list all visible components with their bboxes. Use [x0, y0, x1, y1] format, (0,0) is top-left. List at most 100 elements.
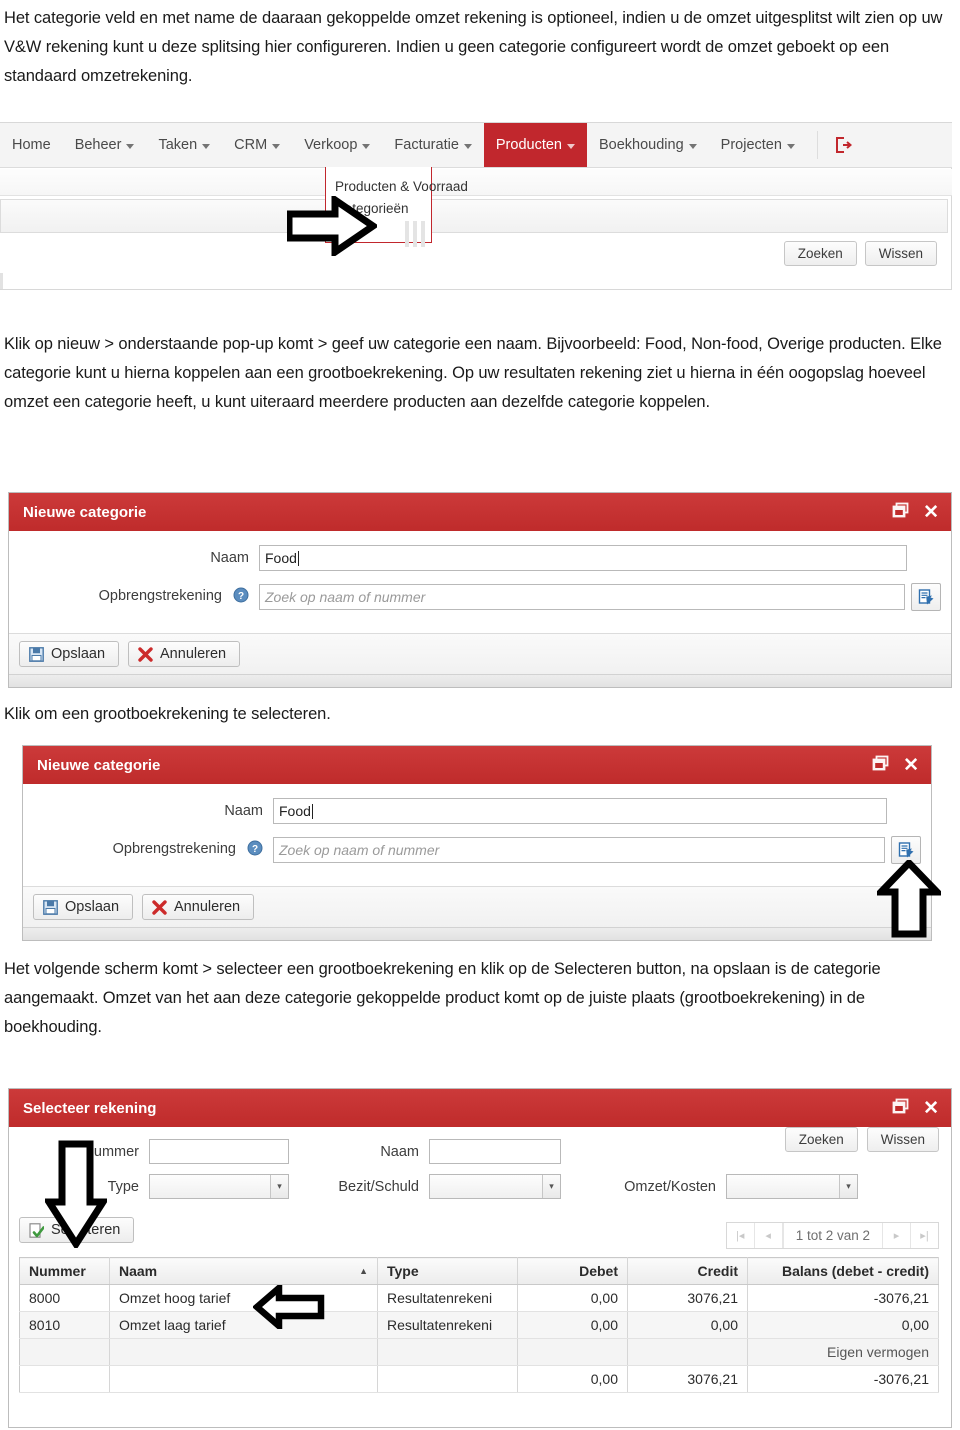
col-type[interactable]: Type [377, 1257, 518, 1285]
restore-window-icon[interactable] [872, 755, 889, 775]
table-row[interactable]: 8000 Omzet hoog tarief Resultatenrekeni … [19, 1284, 939, 1312]
chevron-down-icon: ▾ [270, 1175, 288, 1198]
opbrengstrekening-label-text: Opbrengstrekening [112, 841, 236, 857]
dialog-title: Nieuwe categorie [23, 503, 147, 521]
nav-item-verkoop[interactable]: Verkoop [292, 123, 382, 167]
chevron-down-icon: ▾ [542, 1175, 560, 1198]
cell-debet: 0,00 [517, 1311, 628, 1339]
table-row[interactable]: 8010 Omzet laag tarief Resultatenrekeni … [19, 1311, 939, 1339]
pagination-label: 1 tot 2 van 2 [782, 1223, 883, 1248]
opbrengstrekening-label: Opbrengstrekening ? [9, 587, 259, 607]
cell-balans: -3076,21 [747, 1284, 939, 1312]
total-debet: 0,00 [517, 1365, 628, 1393]
select-page-check-icon [29, 1222, 44, 1238]
cell-naam: Omzet hoog tarief [109, 1284, 378, 1312]
zoeken-button[interactable]: Zoeken [783, 241, 857, 266]
col-naam[interactable]: Naam ▲ [109, 1257, 378, 1285]
col-nummer[interactable]: Nummer [19, 1257, 110, 1285]
arrow-down-icon [45, 1140, 107, 1248]
menu-item-label: Producten & Voorraad [335, 179, 468, 194]
cell-nummer: 8000 [19, 1284, 110, 1312]
dialog-title-bar: Selecteer rekening ✕ [9, 1089, 951, 1127]
cell-empty [377, 1365, 518, 1393]
cell-empty [627, 1338, 748, 1366]
logout-button[interactable] [824, 123, 862, 167]
naam-input[interactable]: Food [273, 798, 887, 824]
col-label: Credit [697, 1263, 738, 1279]
zoeken-button[interactable]: Zoeken [784, 1127, 858, 1152]
nav-item-home[interactable]: Home [0, 123, 63, 167]
grid-group-row: Eigen vermogen [19, 1338, 939, 1366]
naam-input[interactable] [429, 1139, 561, 1164]
cell-credit: 3076,21 [627, 1284, 748, 1312]
panel-button-row: Zoeken Wissen [783, 241, 937, 266]
lookup-icon [898, 842, 914, 858]
filter-row-2: Type ▾ Bezit/Schuld ▾ Omzet/Kosten ▾ [19, 1174, 941, 1199]
next-page-button[interactable]: ▸ [883, 1223, 911, 1248]
chevron-down-icon [463, 143, 472, 149]
opslaan-button[interactable]: Opslaan [19, 641, 120, 667]
wissen-button[interactable]: Wissen [864, 241, 937, 266]
naam-input[interactable]: Food [259, 545, 907, 571]
chevron-down-icon [567, 143, 575, 149]
chevron-down-icon: ▾ [839, 1175, 857, 1198]
restore-window-icon[interactable] [892, 1098, 909, 1118]
help-icon[interactable]: ? [247, 840, 263, 860]
omzet-kosten-select[interactable]: ▾ [726, 1174, 858, 1199]
col-label: Balans (debet - credit) [781, 1263, 929, 1279]
lookup-account-button[interactable] [911, 583, 941, 611]
grid-header-row: Nummer Naam ▲ Type Debet Credit Balans (… [19, 1257, 939, 1285]
field-row-opbrengstrekening: Opbrengstrekening ? Zoek op naam of numm… [23, 836, 931, 864]
close-icon[interactable]: ✕ [923, 503, 939, 522]
dialog-resize-bar[interactable] [23, 927, 931, 940]
help-icon[interactable]: ? [233, 587, 249, 607]
opslaan-label: Opslaan [51, 646, 106, 662]
last-page-button[interactable]: ▸| [911, 1223, 938, 1248]
nav-item-beheer[interactable]: Beheer [63, 123, 147, 167]
dialog-title: Selecteer rekening [23, 1099, 157, 1117]
opbrengstrekening-input[interactable]: Zoek op naam of nummer [273, 837, 885, 863]
opslaan-button[interactable]: Opslaan [33, 894, 134, 920]
dialog-resize-bar[interactable] [9, 674, 951, 687]
nav-item-crm[interactable]: CRM [222, 123, 292, 167]
dialog-new-category: Nieuwe categorie ✕ Naam Food Opbrengstre… [8, 492, 952, 688]
wissen-button[interactable]: Wissen [866, 1127, 939, 1152]
nav-item-facturatie[interactable]: Facturatie [382, 123, 483, 167]
nav-item-projecten[interactable]: Projecten [709, 123, 807, 167]
nav-item-taken[interactable]: Taken [146, 123, 222, 167]
nav-item-producten[interactable]: Producten [483, 123, 587, 167]
decorative-bars [405, 221, 425, 247]
col-debet[interactable]: Debet [517, 1257, 628, 1285]
cell-empty [377, 1338, 518, 1366]
dialog-title: Nieuwe categorie [37, 756, 161, 774]
naam-label: Naam [380, 1143, 419, 1160]
dialog-footer: Opslaan Annuleren [23, 886, 931, 927]
first-page-button[interactable]: |◂ [727, 1223, 755, 1248]
restore-window-icon[interactable] [892, 502, 909, 522]
menu-item-producten-voorraad[interactable]: Producten & Voorraad [326, 176, 468, 198]
nav-item-boekhouding[interactable]: Boekhouding [587, 123, 709, 167]
close-icon[interactable]: ✕ [903, 756, 919, 775]
annuleren-button[interactable]: Annuleren [142, 894, 255, 920]
type-select[interactable]: ▾ [149, 1174, 289, 1199]
dialog-select-account: Selecteer rekening ✕ Nummer Naam Type ▾ [8, 1088, 952, 1428]
col-balans[interactable]: Balans (debet - credit) [747, 1257, 939, 1285]
prev-page-button[interactable]: ◂ [755, 1223, 783, 1248]
bezit-schuld-select[interactable]: ▾ [429, 1174, 561, 1199]
annuleren-label: Annuleren [160, 646, 227, 662]
chevron-down-icon [362, 143, 371, 149]
col-label: Naam [119, 1263, 158, 1279]
close-icon[interactable]: ✕ [923, 1099, 939, 1118]
arrow-up-icon [877, 860, 941, 938]
sort-ascending-icon: ▲ [359, 1266, 368, 1276]
cell-empty [109, 1338, 378, 1366]
chevron-down-icon [126, 143, 135, 149]
opbrengstrekening-input[interactable]: Zoek op naam of nummer [259, 584, 905, 610]
dialog-footer: Opslaan Annuleren [9, 633, 951, 674]
chevron-down-icon [272, 143, 281, 149]
col-credit[interactable]: Credit [627, 1257, 748, 1285]
nummer-input[interactable] [149, 1139, 289, 1164]
annuleren-button[interactable]: Annuleren [128, 641, 241, 667]
arrow-left-icon [253, 1285, 325, 1329]
naam-label: Naam [210, 550, 249, 566]
